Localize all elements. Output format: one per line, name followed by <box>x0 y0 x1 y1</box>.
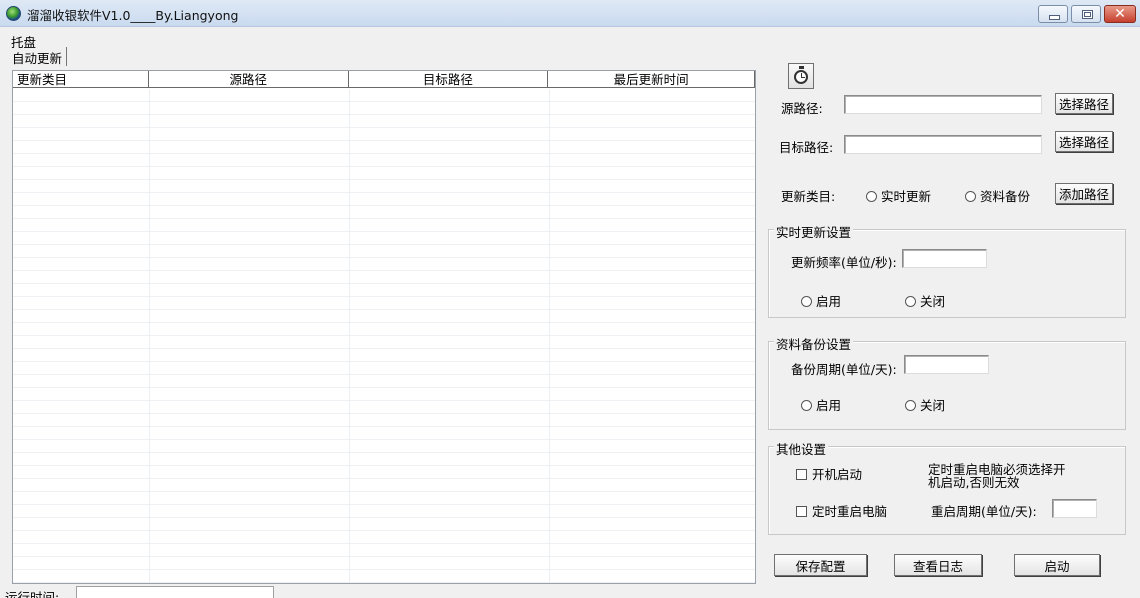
select-target-path-button[interactable]: 选择路径 <box>1055 131 1113 152</box>
source-path-input[interactable] <box>844 95 1042 114</box>
column-header-target[interactable]: 目标路径 <box>349 71 549 88</box>
add-path-button[interactable]: 添加路径 <box>1055 183 1113 204</box>
autostart-checkbox[interactable]: 开机启动 <box>796 464 862 483</box>
other-settings-title: 其他设置 <box>774 439 829 458</box>
save-config-button[interactable]: 保存配置 <box>774 554 867 576</box>
backup-period-label: 备份周期(单位/天): <box>791 362 897 377</box>
other-settings-group <box>768 446 1126 535</box>
radio-backup[interactable]: 资料备份 <box>965 186 1030 205</box>
checkbox-icon <box>796 506 807 517</box>
radio-icon <box>866 191 877 202</box>
backup-disable-radio[interactable]: 关闭 <box>905 395 945 414</box>
radio-icon <box>965 191 976 202</box>
restart-note: 定时重启电脑必须选择开 机启动,否则无效 <box>928 462 1066 490</box>
realtime-disable-radio[interactable]: 关闭 <box>905 291 945 310</box>
realtime-enable-radio[interactable]: 启用 <box>801 291 841 310</box>
radio-realtime[interactable]: 实时更新 <box>866 186 931 205</box>
backup-enable-radio[interactable]: 启用 <box>801 395 841 414</box>
restart-period-input[interactable] <box>1052 499 1097 518</box>
frequency-label: 更新频率(单位/秒): <box>791 255 897 270</box>
scheduled-restart-checkbox[interactable]: 定时重启电脑 <box>796 501 887 520</box>
app-globe-icon <box>6 6 21 21</box>
runtime-value <box>76 586 274 598</box>
target-path-input[interactable] <box>844 135 1042 154</box>
restart-period-label: 重启周期(单位/天): <box>931 504 1037 519</box>
column-header-source[interactable]: 源路径 <box>149 71 349 88</box>
minimize-button[interactable] <box>1038 5 1068 23</box>
list-body <box>13 89 755 583</box>
radio-icon <box>905 400 916 411</box>
realtime-settings-title: 实时更新设置 <box>774 222 854 241</box>
list-header: 更新类目 源路径 目标路径 最后更新时间 <box>13 71 755 88</box>
runtime-label: 运行时间: <box>5 590 60 598</box>
tab-auto-update[interactable]: 自动更新 <box>10 47 68 66</box>
start-button[interactable]: 启动 <box>1014 554 1100 576</box>
target-path-label: 目标路径: <box>779 140 834 155</box>
update-list[interactable]: 更新类目 源路径 目标路径 最后更新时间 <box>12 70 756 584</box>
checkbox-icon <box>796 469 807 480</box>
window-title: 溜溜收银软件V1.0____By.Liangyong <box>27 8 239 23</box>
column-header-last-updated[interactable]: 最后更新时间 <box>548 71 755 88</box>
radio-icon <box>801 400 812 411</box>
radio-icon <box>801 296 812 307</box>
close-icon: ✕ <box>1114 6 1126 22</box>
maximize-button[interactable] <box>1071 5 1101 23</box>
backup-settings-title: 资料备份设置 <box>774 334 854 353</box>
timer-button[interactable] <box>788 63 814 89</box>
view-log-button[interactable]: 查看日志 <box>894 554 982 576</box>
category-label: 更新类目: <box>781 189 836 204</box>
stopwatch-icon <box>794 70 808 84</box>
backup-period-input[interactable] <box>904 355 989 374</box>
select-source-path-button[interactable]: 选择路径 <box>1055 93 1113 114</box>
frequency-input[interactable] <box>902 249 987 268</box>
close-button[interactable]: ✕ <box>1104 5 1136 23</box>
source-path-label: 源路径: <box>781 101 823 116</box>
radio-icon <box>905 296 916 307</box>
column-header-category[interactable]: 更新类目 <box>13 71 149 88</box>
